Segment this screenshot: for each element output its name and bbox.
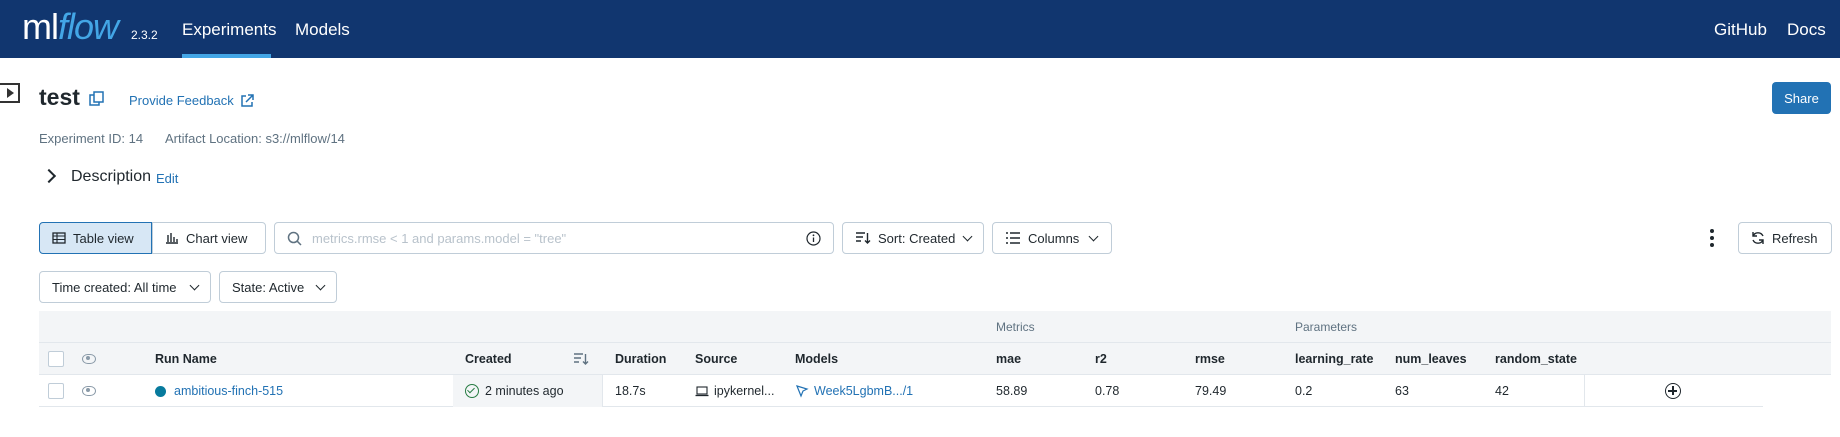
- chevron-down-icon: [189, 280, 200, 290]
- sidebar-toggle-icon[interactable]: [0, 83, 20, 103]
- state-filter[interactable]: State: Active: [219, 271, 337, 303]
- r2-cell: 0.78: [1095, 384, 1120, 398]
- source-value: ipykernel...: [714, 384, 775, 398]
- select-all-checkbox[interactable]: [48, 351, 64, 367]
- copy-icon[interactable]: [89, 91, 105, 107]
- header-r2[interactable]: r2: [1095, 343, 1107, 375]
- columns-label: Columns: [1028, 230, 1080, 246]
- source-cell[interactable]: ipykernel...: [695, 375, 774, 407]
- description-label[interactable]: Description: [71, 168, 151, 186]
- table-header-row: Run Name Created Duration Source Models …: [39, 343, 1831, 375]
- rmse-cell: 79.49: [1195, 384, 1227, 398]
- nav-experiments[interactable]: Experiments: [182, 20, 276, 40]
- nav-docs[interactable]: Docs: [1787, 20, 1826, 40]
- chevron-down-icon: [1088, 231, 1099, 241]
- model-link[interactable]: Week5LgbmB.../1: [814, 384, 913, 398]
- experiment-id: Experiment ID: 14: [39, 131, 144, 146]
- row-checkbox[interactable]: [48, 383, 64, 399]
- column-group-row: Metrics Parameters: [39, 311, 1831, 343]
- search-input[interactable]: [312, 230, 796, 246]
- list-icon: [1006, 232, 1020, 244]
- visibility-header-cell: [82, 343, 96, 375]
- mlflow-logo[interactable]: mlflow: [22, 6, 119, 48]
- version-label: 2.3.2: [131, 28, 158, 42]
- chevron-right-icon[interactable]: [41, 168, 57, 184]
- row-visibility-cell: [82, 375, 96, 407]
- top-nav-bar: mlflow 2.3.2 Experiments Models GitHub D…: [0, 0, 1840, 58]
- nav-models[interactable]: Models: [295, 20, 350, 40]
- header-duration[interactable]: Duration: [615, 343, 666, 375]
- sort-dropdown[interactable]: Sort: Created: [842, 222, 984, 254]
- created-value: 2 minutes ago: [485, 384, 564, 398]
- status-success-icon: [465, 384, 479, 398]
- sort-icon: [856, 232, 871, 244]
- view-mode-toggle: Table view Chart view: [39, 222, 266, 254]
- random-state-cell: 42: [1495, 384, 1509, 398]
- mae-cell: 58.89: [996, 384, 1028, 398]
- header-source[interactable]: Source: [695, 343, 737, 375]
- logo-flow-text: flow: [58, 6, 119, 47]
- provide-feedback-link[interactable]: Provide Feedback: [129, 93, 254, 108]
- add-circle-icon[interactable]: [1665, 383, 1681, 399]
- external-link-icon: [241, 93, 254, 107]
- models-cell: Week5LgbmB.../1: [795, 375, 913, 407]
- table-view-button[interactable]: Table view: [39, 222, 152, 254]
- sort-label: Sort: Created: [878, 230, 956, 246]
- metrics-group-header: Metrics: [996, 320, 1035, 334]
- parameters-group-header: Parameters: [1295, 320, 1358, 334]
- learning-rate-cell: 0.2: [1295, 384, 1313, 398]
- more-options-icon[interactable]: [1708, 228, 1716, 248]
- experiment-title: test: [39, 84, 80, 110]
- table-view-label: Table view: [73, 230, 134, 246]
- created-sort-cell: [573, 343, 589, 375]
- description-edit-link[interactable]: Edit: [156, 171, 178, 186]
- add-column-cell: [1665, 375, 1681, 407]
- created-cell: 2 minutes ago: [453, 375, 603, 407]
- sort-desc-icon[interactable]: [573, 352, 589, 366]
- laptop-icon: [695, 385, 709, 396]
- header-random-state[interactable]: random_state: [1495, 343, 1577, 375]
- time-filter-label: Time created: All time: [52, 279, 177, 295]
- eye-icon[interactable]: [82, 386, 96, 396]
- header-learning-rate[interactable]: learning_rate: [1295, 343, 1374, 375]
- search-icon: [287, 231, 302, 246]
- header-mae[interactable]: mae: [996, 343, 1021, 375]
- search-box: [274, 222, 834, 254]
- run-name-cell: ambitious-finch-515: [155, 375, 283, 407]
- run-name-link[interactable]: ambitious-finch-515: [174, 384, 283, 398]
- header-num-leaves[interactable]: num_leaves: [1395, 343, 1467, 375]
- nav-active-indicator: [182, 54, 271, 58]
- chevron-down-icon: [315, 280, 326, 290]
- header-models[interactable]: Models: [795, 343, 838, 375]
- duration-cell: 18.7s: [615, 384, 646, 398]
- chart-view-label: Chart view: [186, 230, 248, 246]
- refresh-button[interactable]: Refresh: [1738, 222, 1832, 254]
- feedback-label: Provide Feedback: [129, 93, 234, 108]
- header-rmse[interactable]: rmse: [1195, 343, 1225, 375]
- chart-view-button[interactable]: Chart view: [152, 222, 266, 254]
- table-row: ambitious-finch-515 2 minutes ago 18.7s …: [39, 375, 1763, 407]
- columns-dropdown[interactable]: Columns: [992, 222, 1112, 254]
- time-created-filter[interactable]: Time created: All time: [39, 271, 211, 303]
- chevron-down-icon: [962, 231, 973, 241]
- num-leaves-cell: 63: [1395, 384, 1409, 398]
- nav-github[interactable]: GitHub: [1714, 20, 1767, 40]
- bar-chart-icon: [166, 233, 178, 244]
- refresh-label: Refresh: [1772, 230, 1818, 246]
- header-created[interactable]: Created: [465, 343, 512, 375]
- header-run-name[interactable]: Run Name: [155, 343, 217, 375]
- eye-icon[interactable]: [82, 354, 96, 364]
- share-button[interactable]: Share: [1772, 82, 1831, 114]
- refresh-icon: [1752, 232, 1764, 244]
- table-icon: [52, 232, 66, 244]
- logo-ml-text: ml: [22, 6, 59, 47]
- model-icon: [795, 385, 809, 398]
- column-divider: [1584, 375, 1585, 407]
- row-select-cell: [48, 375, 64, 407]
- select-all-cell: [48, 343, 64, 375]
- run-color-dot: [155, 385, 166, 397]
- info-icon[interactable]: [806, 230, 821, 246]
- artifact-location: Artifact Location: s3://mlflow/14: [165, 131, 345, 146]
- state-filter-label: State: Active: [232, 279, 305, 295]
